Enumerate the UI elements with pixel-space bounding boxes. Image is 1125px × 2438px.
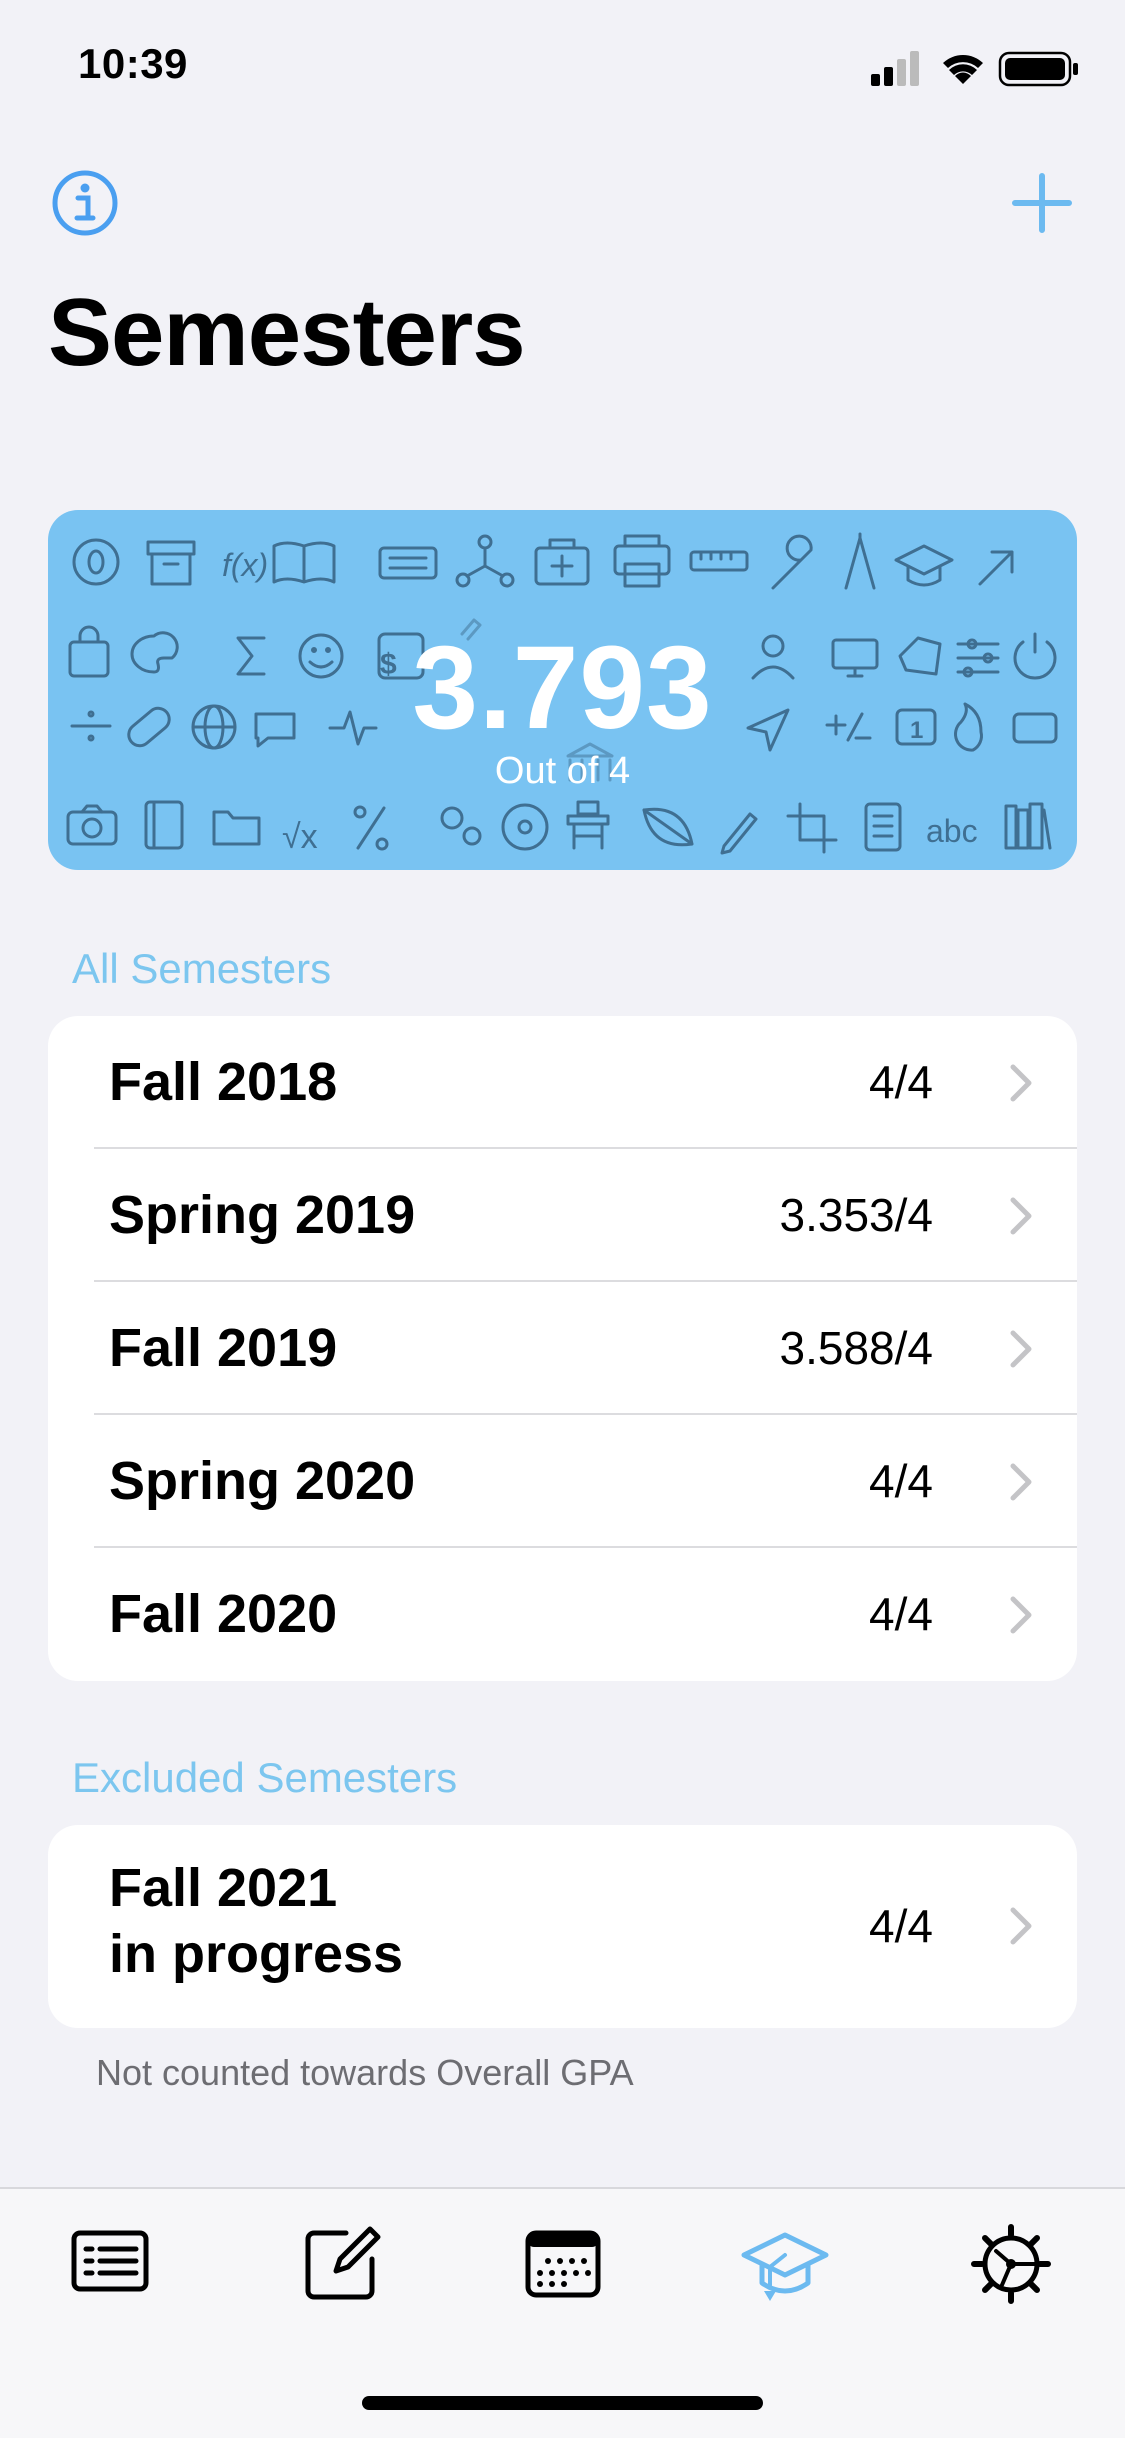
notebook-icon [144, 800, 184, 850]
semester-name: Fall 2021 in progress [109, 1855, 403, 1987]
semester-gpa: 4/4 [869, 1900, 933, 1952]
ruler-icon [689, 550, 749, 572]
keyboard-icon [378, 546, 438, 580]
pencil-icon [720, 812, 758, 855]
semester-name: Spring 2020 [109, 1451, 416, 1511]
excluded-semester-list: Fall 2021 in progress 4/4 [48, 1825, 1077, 2028]
overall-gpa-scale: Out of 4 [494, 750, 631, 792]
chevron-right-icon [1010, 1463, 1032, 1501]
chevron-right-icon [1010, 1330, 1032, 1368]
semester-name: Spring 2019 [109, 1185, 416, 1245]
tab-settings-gear-icon[interactable] [966, 2219, 1056, 2309]
abc-label: abc [926, 813, 978, 849]
semester-gpa: 3.353/4 [779, 1189, 933, 1241]
book-icon [272, 541, 336, 584]
overall-gpa-value: 3.793 [412, 622, 713, 754]
arrow-up-right-icon [978, 550, 1014, 586]
zero-circle-icon [72, 538, 120, 586]
percent-icon [353, 805, 389, 851]
semester-row-fall-2019[interactable]: Fall 2019 3.588/4 [48, 1282, 1077, 1415]
network-icon [455, 534, 515, 588]
chevron-right-icon [1010, 1907, 1032, 1945]
chevron-right-icon [1010, 1596, 1032, 1634]
page-title: Semesters [48, 279, 526, 386]
semester-row-fall-2020[interactable]: Fall 2020 4/4 [48, 1548, 1077, 1681]
cellular-signal-icon [871, 51, 919, 86]
status-time: 10:39 [78, 40, 188, 87]
semester-gpa: 4/4 [869, 1455, 933, 1507]
semester-row-spring-2019[interactable]: Spring 2019 3.353/4 [48, 1149, 1077, 1282]
semester-name: Fall 2018 [109, 1052, 338, 1112]
disc-icon [501, 803, 549, 851]
add-semester-button[interactable] [1007, 168, 1077, 238]
tab-semesters-graduation-cap-icon[interactable] [740, 2219, 830, 2309]
camera-icon [66, 804, 118, 846]
excluded-footer-note: Not counted towards Overall GPA [96, 2052, 634, 2093]
folder-icon [212, 810, 261, 846]
semester-row-spring-2020[interactable]: Spring 2020 4/4 [48, 1415, 1077, 1548]
semester-name: Fall 2020 [109, 1584, 338, 1644]
printer-icon [613, 534, 671, 588]
semester-gpa: 3.588/4 [779, 1322, 933, 1374]
fx-label: f(x) [222, 547, 268, 583]
tab-calendar-icon[interactable] [518, 2219, 608, 2309]
compass-icon [844, 532, 876, 590]
crop-icon [786, 802, 838, 854]
status-icons [871, 51, 1078, 87]
semester-list: Fall 2018 4/4 Spring 2019 3.353/4 Fall 2… [48, 1016, 1077, 1681]
semester-name-line1: Fall 2021 [109, 1858, 338, 1918]
wrench-icon [771, 534, 813, 590]
school-desk-icon [566, 800, 610, 850]
chevron-right-icon [1010, 1064, 1032, 1102]
tab-list-icon[interactable] [66, 2219, 156, 2309]
battery-icon [998, 51, 1078, 87]
graduation-cap-icon [894, 544, 954, 587]
section-header-all-semesters: All Semesters [72, 945, 332, 992]
semester-status-line: in progress [109, 1924, 404, 1984]
chevron-right-icon [1010, 1197, 1032, 1235]
document-icon [864, 802, 902, 852]
semester-row-fall-2021[interactable]: Fall 2021 in progress 4/4 [48, 1825, 1077, 2028]
section-header-excluded-semesters: Excluded Semesters [72, 1754, 458, 1801]
medical-kit-icon [534, 538, 590, 586]
info-button[interactable] [50, 168, 120, 238]
semester-row-fall-2018[interactable]: Fall 2018 4/4 [48, 1016, 1077, 1149]
overall-gpa-card: f(x) $ 1 √x abc 3.793 Out of 4 [48, 510, 1077, 870]
semester-gpa: 4/4 [869, 1588, 933, 1640]
tab-compose-icon[interactable] [296, 2219, 386, 2309]
wifi-icon [943, 55, 983, 84]
leaf-icon [642, 807, 694, 847]
archive-box-icon [146, 540, 196, 586]
semester-gpa: 4/4 [869, 1056, 933, 1108]
books-icon [1004, 802, 1052, 850]
sqrt-label: √x [282, 818, 318, 856]
semester-name: Fall 2019 [109, 1318, 338, 1378]
home-indicator [362, 2396, 763, 2410]
gears-icon [440, 806, 482, 846]
